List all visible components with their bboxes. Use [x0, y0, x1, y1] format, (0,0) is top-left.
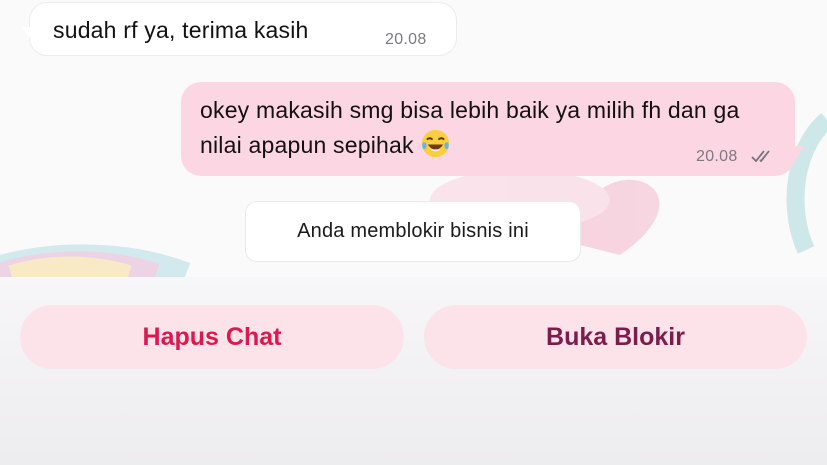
delete-chat-button[interactable]: Hapus Chat	[20, 305, 404, 369]
message-text: okey makasih smg bisa lebih baik ya mili…	[200, 97, 740, 158]
message-time: 20.08	[385, 31, 427, 48]
message-text: sudah rf ya, terima kasih	[53, 17, 309, 43]
blocked-notice: Anda memblokir bisnis ini	[245, 201, 581, 262]
message-time: 20.08	[696, 148, 738, 165]
incoming-message-bubble[interactable]: sudah rf ya, terima kasih 20.08	[22, 2, 457, 56]
outgoing-message-bubble[interactable]: okey makasih smg bisa lebih baik ya mili…	[181, 82, 804, 176]
face-with-tears-of-joy-icon	[421, 129, 449, 158]
blocked-actions-bar: Hapus Chat Buka Blokir	[0, 277, 827, 465]
bubble-tail	[793, 146, 804, 164]
bubble-tail	[22, 27, 32, 41]
unblock-button[interactable]: Buka Blokir	[424, 305, 807, 369]
double-check-icon	[751, 150, 770, 163]
message-text-block: okey makasih smg bisa lebih baik ya mili…	[200, 93, 780, 163]
chat-area[interactable]: sudah rf ya, terima kasih 20.08 okey mak…	[0, 0, 827, 277]
